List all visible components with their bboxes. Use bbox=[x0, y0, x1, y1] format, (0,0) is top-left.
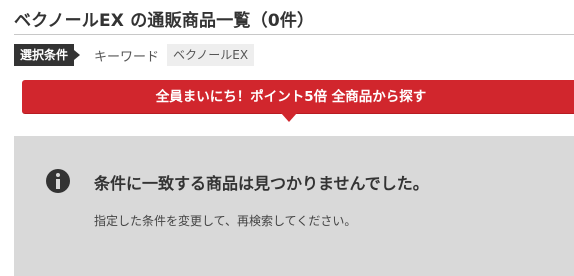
no-results-heading: 条件に一致する商品は見つかりませんでした。 bbox=[94, 174, 429, 193]
selected-conditions: 選択条件 キーワード ベクノールEX bbox=[14, 44, 255, 66]
page-title: ベクノールEX の通販商品一覧（0件） bbox=[14, 11, 315, 31]
condition-key-label: キーワード bbox=[94, 49, 160, 65]
condition-keyword-chip[interactable]: ベクノールEX bbox=[167, 44, 255, 66]
title-divider bbox=[14, 34, 574, 35]
no-results-message: 指定した条件を変更して、再検索してください。 bbox=[94, 214, 357, 228]
promo-banner-text: 全員まいにち！ポイント5倍 全商品から探す bbox=[155, 89, 427, 105]
conditions-tag: 選択条件 bbox=[14, 44, 81, 66]
promo-banner-button[interactable]: 全員まいにち！ポイント5倍 全商品から探す bbox=[22, 80, 574, 114]
info-icon bbox=[46, 169, 70, 193]
no-results-panel: 条件に一致する商品は見つかりませんでした。 指定した条件を変更して、再検索してく… bbox=[14, 136, 574, 276]
promo-pointer bbox=[281, 113, 297, 122]
